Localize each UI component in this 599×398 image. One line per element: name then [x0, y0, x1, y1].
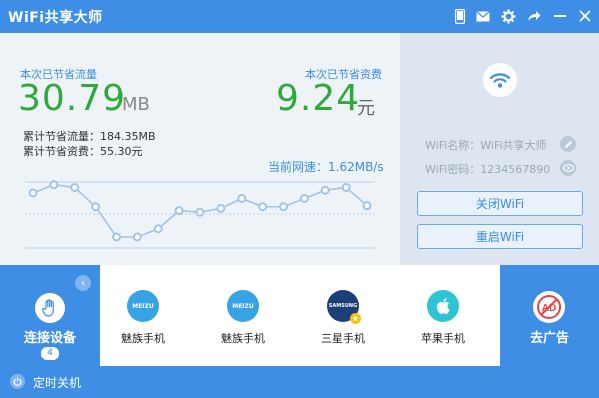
- speed-point: [70, 183, 80, 192]
- wifi-icon: [483, 63, 517, 97]
- speed-point: [153, 224, 163, 234]
- fee-unit: 元: [357, 98, 375, 119]
- close-wifi-button[interactable]: 关闭WiFi: [417, 191, 583, 216]
- close-icon[interactable]: [576, 7, 594, 25]
- edit-name-icon[interactable]: [560, 136, 576, 152]
- speed-point: [299, 194, 309, 203]
- connected-devices-label: 连接设备: [23, 331, 76, 346]
- wifi-panel: WiFi名称：WiFi共享大师 WiFi密码：1234567890 关闭WiFi…: [400, 33, 599, 265]
- device-name: 魅族手机: [221, 332, 265, 345]
- total-fee-text: 累计节省资费：55.30元: [23, 145, 143, 158]
- speed-point: [362, 201, 372, 211]
- timed-shutdown-label[interactable]: 定时关机: [33, 374, 81, 391]
- meizu-icon: MEIZU: [227, 290, 259, 322]
- app-title: WiFi共享大师: [8, 10, 103, 26]
- title-bar: WiFi共享大师: [0, 0, 599, 33]
- device-count-badge: 4: [41, 347, 59, 360]
- hand-icon: [35, 293, 65, 323]
- device-name: 魅族手机: [121, 332, 165, 345]
- minimize-icon[interactable]: [551, 7, 569, 25]
- show-password-icon[interactable]: [560, 160, 576, 176]
- speed-point: [320, 185, 330, 195]
- speed-point: [28, 188, 38, 198]
- current-speed: 当前网速：1.62MB/s: [268, 160, 384, 174]
- speed-point: [174, 206, 184, 216]
- speed-point: [279, 202, 288, 212]
- apple-icon: [427, 290, 459, 322]
- share-arrow-icon[interactable]: [525, 7, 543, 25]
- flow-value: 30.79: [18, 78, 127, 119]
- stats-panel: 本次已节省流量 30.79 MB 本次已节省资费 9.24 元 累计节省流量：1…: [0, 33, 400, 265]
- device-list: MEIZU 魅族手机 MEIZU 魅族手机 SAMSUNG ★ 三星手机 苹果手机: [100, 265, 500, 366]
- speed-chart: [25, 180, 375, 249]
- device-name: 苹果手机: [421, 332, 465, 345]
- device-item-3[interactable]: 苹果手机: [403, 290, 483, 346]
- speed-point: [112, 232, 121, 242]
- restart-wifi-button[interactable]: 重启WiFi: [417, 224, 583, 249]
- chevron-left-icon[interactable]: ‹: [75, 275, 91, 291]
- phone-icon[interactable]: [451, 7, 469, 25]
- speed-point: [49, 180, 59, 190]
- speed-point: [341, 183, 351, 192]
- power-icon[interactable]: [10, 374, 25, 389]
- total-flow-text: 累计节省流量：184.35MB: [23, 130, 156, 143]
- speed-point: [216, 203, 226, 213]
- device-item-1[interactable]: MEIZU 魅族手机: [203, 290, 283, 346]
- flow-unit: MB: [122, 94, 150, 115]
- remove-ads-button[interactable]: AD 去广告: [500, 265, 599, 366]
- device-name: 三星手机: [321, 332, 365, 345]
- footer-bar: 定时关机: [0, 366, 599, 398]
- samsung-icon: SAMSUNG ★: [327, 290, 361, 324]
- speed-point: [132, 232, 142, 242]
- gear-icon[interactable]: [499, 7, 517, 25]
- meizu-icon: MEIZU: [127, 290, 159, 322]
- fee-value: 9.24: [276, 78, 361, 119]
- device-item-2[interactable]: SAMSUNG ★ 三星手机: [303, 290, 383, 346]
- speed-point: [195, 207, 205, 217]
- wifi-name: WiFi名称：WiFi共享大师: [425, 139, 547, 152]
- mail-icon[interactable]: [474, 7, 492, 25]
- device-item-0[interactable]: MEIZU 魅族手机: [103, 290, 183, 346]
- star-badge-icon: ★: [350, 313, 361, 324]
- speed-point: [237, 194, 247, 203]
- speed-point: [91, 202, 101, 212]
- connected-devices-tab[interactable]: ‹ 连接设备 4: [0, 265, 100, 366]
- speed-point: [258, 202, 268, 212]
- remove-ads-label: 去广告: [529, 331, 569, 346]
- no-ad-icon: AD: [533, 291, 565, 323]
- wifi-password: WiFi密码：1234567890: [425, 163, 551, 176]
